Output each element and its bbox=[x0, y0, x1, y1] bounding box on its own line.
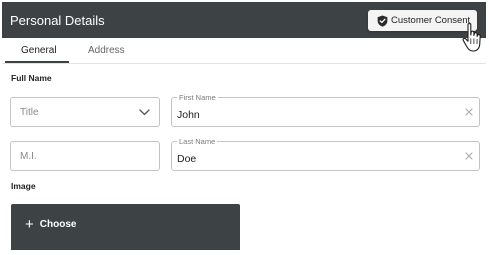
personal-details-panel: Personal Details Customer Consent Genera… bbox=[2, 0, 486, 250]
title-select[interactable]: Title bbox=[10, 97, 160, 127]
panel-title: Personal Details bbox=[10, 13, 105, 28]
last-name-field[interactable]: Last Name Doe bbox=[171, 137, 480, 171]
close-icon[interactable] bbox=[465, 152, 473, 160]
middle-initial-field[interactable]: M.I. bbox=[10, 141, 160, 171]
middle-initial-placeholder: M.I. bbox=[20, 151, 37, 162]
last-name-value: Doe bbox=[177, 153, 197, 165]
close-icon[interactable] bbox=[465, 108, 473, 116]
plus-icon: + bbox=[25, 216, 34, 233]
shield-check-icon bbox=[377, 15, 388, 27]
first-name-value: John bbox=[177, 109, 200, 121]
last-name-label: Last Name bbox=[177, 137, 218, 146]
active-tab-indicator bbox=[5, 61, 69, 63]
panel-header: Personal Details Customer Consent bbox=[2, 2, 486, 38]
first-name-label: First Name bbox=[177, 93, 218, 102]
tab-address[interactable]: Address bbox=[88, 44, 125, 57]
choose-label: Choose bbox=[39, 219, 77, 230]
tab-general[interactable]: General bbox=[21, 44, 57, 57]
full-name-section-label: Full Name bbox=[11, 73, 52, 83]
first-name-field[interactable]: First Name John bbox=[171, 93, 480, 127]
tab-bar: General Address bbox=[2, 38, 486, 64]
image-upload-panel: + Choose bbox=[11, 204, 240, 250]
title-select-placeholder: Title bbox=[20, 107, 39, 118]
chevron-down-icon bbox=[139, 109, 150, 116]
image-section-label: Image bbox=[11, 181, 36, 191]
choose-image-button[interactable]: + Choose bbox=[25, 216, 77, 233]
